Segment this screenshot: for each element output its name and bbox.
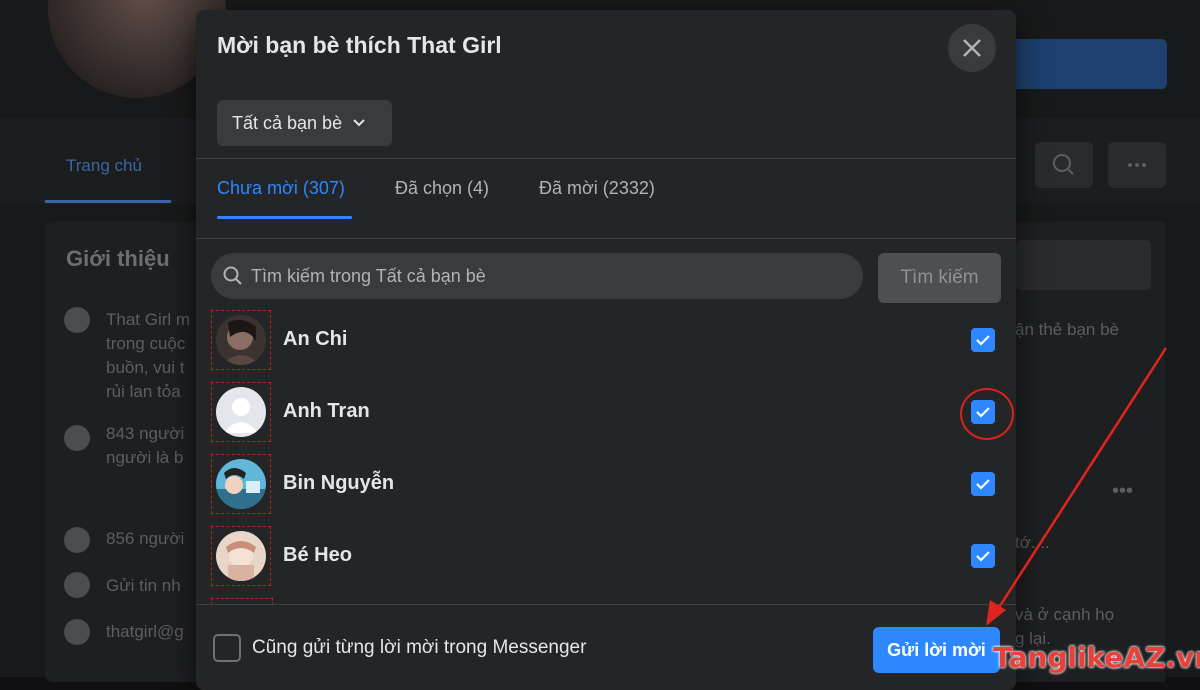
watermark: TanglikeAZ.vn: [993, 641, 1200, 674]
annotation-arrow: [986, 347, 1168, 626]
